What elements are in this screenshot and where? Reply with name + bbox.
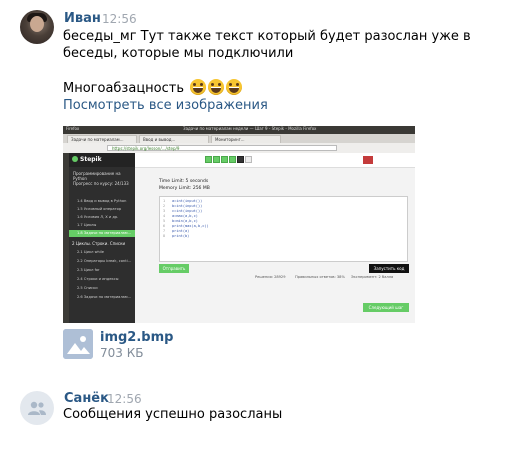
code-line: a=max(a,b,c) xyxy=(172,214,198,218)
course-progress: Прогресс по курсу: 24/133 xyxy=(73,181,129,186)
sidebar-item-active: 1.8 Задачи по материалам... xyxy=(69,230,135,237)
browser-tabbar: Задачи по материалам... Ввод и вывод... … xyxy=(63,134,415,143)
code-line: a=int(input()) xyxy=(172,199,203,203)
browser-tab: Мониторинг... xyxy=(211,135,281,143)
sidebar-header: Stepik xyxy=(69,153,135,167)
time-limit: Time Limit: 5 seconds xyxy=(159,179,209,184)
line-number: 2 xyxy=(163,204,166,208)
step-marker xyxy=(213,156,220,163)
step-marker xyxy=(237,156,244,163)
image-file-icon[interactable] xyxy=(63,329,93,359)
line-number: 4 xyxy=(163,214,166,218)
stepik-logo-icon xyxy=(72,156,78,162)
line-number: 6 xyxy=(163,224,166,228)
message-text: Сообщения успешно разосланы xyxy=(63,407,283,422)
view-all-images-link[interactable]: Посмотреть все изображения xyxy=(63,98,268,113)
grinning-face-icon xyxy=(208,79,225,95)
line-number: 5 xyxy=(163,219,166,223)
stats-experiment: Эксперимент: 2 баллa xyxy=(351,275,394,279)
avatar-ivan[interactable] xyxy=(20,10,54,44)
message-time[interactable]: 12:56 xyxy=(107,392,142,406)
step-marker xyxy=(229,156,236,163)
file-size: 703 КБ xyxy=(100,346,144,360)
lesson-main: Time Limit: 5 seconds Memory Limit: 256 … xyxy=(135,153,415,323)
stepik-logo-text: Stepik xyxy=(80,156,102,163)
run-code-button: Запустить код xyxy=(369,264,409,273)
message-paragraph: Многоабзацность xyxy=(63,79,243,98)
author-name[interactable]: Иван xyxy=(64,11,101,26)
sidebar-item: 1.4 Ввод и вывод в Python xyxy=(77,199,127,203)
submit-button: Отправить xyxy=(159,264,189,273)
paragraph-text: Многоабзацность xyxy=(63,81,184,96)
sidebar-item: 1.7 Циклы xyxy=(77,223,97,227)
author-name[interactable]: Санёк xyxy=(64,391,109,406)
message-line-2: беседы, которые мы подключили xyxy=(63,46,294,61)
sidebar-item: 2.5 Списки xyxy=(77,286,98,290)
step-marker xyxy=(245,156,252,163)
course-title: Программирование на Python Прогресс по к… xyxy=(73,171,135,186)
profile-badge xyxy=(363,156,373,164)
code-line: print(b) xyxy=(172,234,190,238)
course-title-text: Программирование на Python xyxy=(73,171,121,181)
os-app-name: Firefox xyxy=(66,126,80,131)
url-field: https://stepik.org/lesson/.../step/9 xyxy=(107,145,337,151)
browser-tab: Ввод и вывод... xyxy=(139,135,209,143)
sidebar-item: 2.4 Строки и индексы xyxy=(77,277,119,281)
attached-image[interactable]: Firefox Задачи по материалам недели — Ша… xyxy=(63,126,415,323)
message-line-1: беседы_мг Тут также текст который будет … xyxy=(63,29,471,44)
sidebar-item: 2.2 Операторы break, conti... xyxy=(77,259,132,263)
code-line: b=int(input()) xyxy=(172,204,203,208)
code-line: c=int(input()) xyxy=(172,209,203,213)
line-number: 1 xyxy=(163,199,166,203)
step-marker xyxy=(205,156,212,163)
stats-correct: Правильных ответов: 38% xyxy=(295,275,345,279)
avatar-face xyxy=(30,16,44,32)
sidebar-section: 2 Циклы. Строки. Списки xyxy=(72,241,126,246)
memory-limit: Memory Limit: 256 MB xyxy=(159,186,210,191)
line-number: 8 xyxy=(163,234,166,238)
sidebar-item: 2.6 Задачи по материалам... xyxy=(77,295,132,299)
line-number: 3 xyxy=(163,209,166,213)
sidebar-item: 2.1 Цикл while xyxy=(77,250,105,254)
code-line: b=min(a,b,c) xyxy=(172,219,198,223)
sidebar-item: 1.6 Условия Л, Х и др. xyxy=(77,215,119,219)
file-name-link[interactable]: img2.bmp xyxy=(100,330,173,345)
sidebar-item: 2.3 Цикл for xyxy=(77,268,100,272)
browser-tab: Задачи по материалам... xyxy=(67,135,137,143)
grinning-face-icon xyxy=(190,79,207,95)
line-number: 7 xyxy=(163,229,166,233)
stepik-logo: Stepik xyxy=(72,156,102,163)
grinning-face-icon xyxy=(226,79,243,95)
course-sidebar: Stepik Программирование на Python Прогре… xyxy=(69,153,135,323)
code-line: print(max(a,b,c)) xyxy=(172,224,209,228)
avatar-sanek[interactable] xyxy=(20,391,54,425)
code-line: print(a) xyxy=(172,229,190,233)
os-topbar: Firefox Задачи по материалам недели — Ша… xyxy=(63,126,415,134)
code-editor: 1 2 3 4 5 6 7 8 a=int(input()) b=int(inp… xyxy=(159,196,408,262)
steps-bar xyxy=(135,153,415,168)
next-step-button: Следующий шаг xyxy=(363,303,409,312)
browser-addressbar: https://stepik.org/lesson/.../step/9 xyxy=(63,143,415,153)
message-time[interactable]: 12:56 xyxy=(102,12,137,26)
sidebar-item: 1.5 Условный оператор xyxy=(77,207,122,211)
stats-solutions: Решения: 28929 xyxy=(255,275,286,279)
users-icon xyxy=(28,401,46,415)
window-title: Задачи по материалам недели — Шаг 9 - St… xyxy=(183,126,317,131)
step-marker xyxy=(221,156,228,163)
image-file-icon-graphic xyxy=(63,329,93,359)
